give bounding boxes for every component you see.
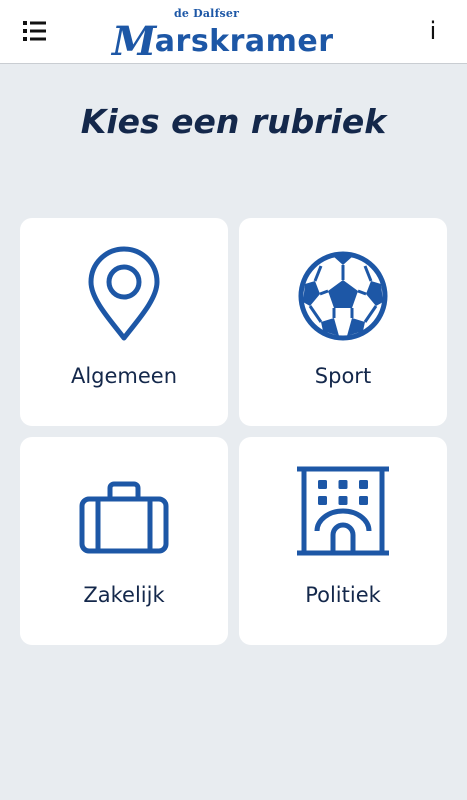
government-building-icon [297,466,389,556]
tile-label-politiek: Politiek [305,583,381,607]
category-tile-algemeen[interactable]: Algemeen [20,218,228,426]
app-logo: de Dalfser Marskramer [112,6,357,65]
menu-button[interactable] [18,16,52,48]
tile-label-algemeen: Algemeen [70,364,178,388]
location-pin-icon [88,246,160,341]
soccer-ball-icon [298,251,388,341]
top-bar: de Dalfser Marskramer i [0,0,467,65]
logo-title: Marskramer [112,14,334,65]
category-tile-politiek[interactable]: Politiek [239,437,447,645]
info-button[interactable]: i [421,14,445,48]
page-title: Kies een rubriek [80,102,387,141]
category-tile-sport[interactable]: Sport [239,218,447,426]
tile-label-sport: Sport [314,364,372,388]
logo-initial: M [112,18,157,65]
briefcase-icon [79,481,169,554]
list-menu-icon [23,21,46,41]
tile-label-zakelijk: Zakelijk [83,583,165,607]
logo-rest: arskramer [154,24,334,59]
category-tile-zakelijk[interactable]: Zakelijk [20,437,228,645]
